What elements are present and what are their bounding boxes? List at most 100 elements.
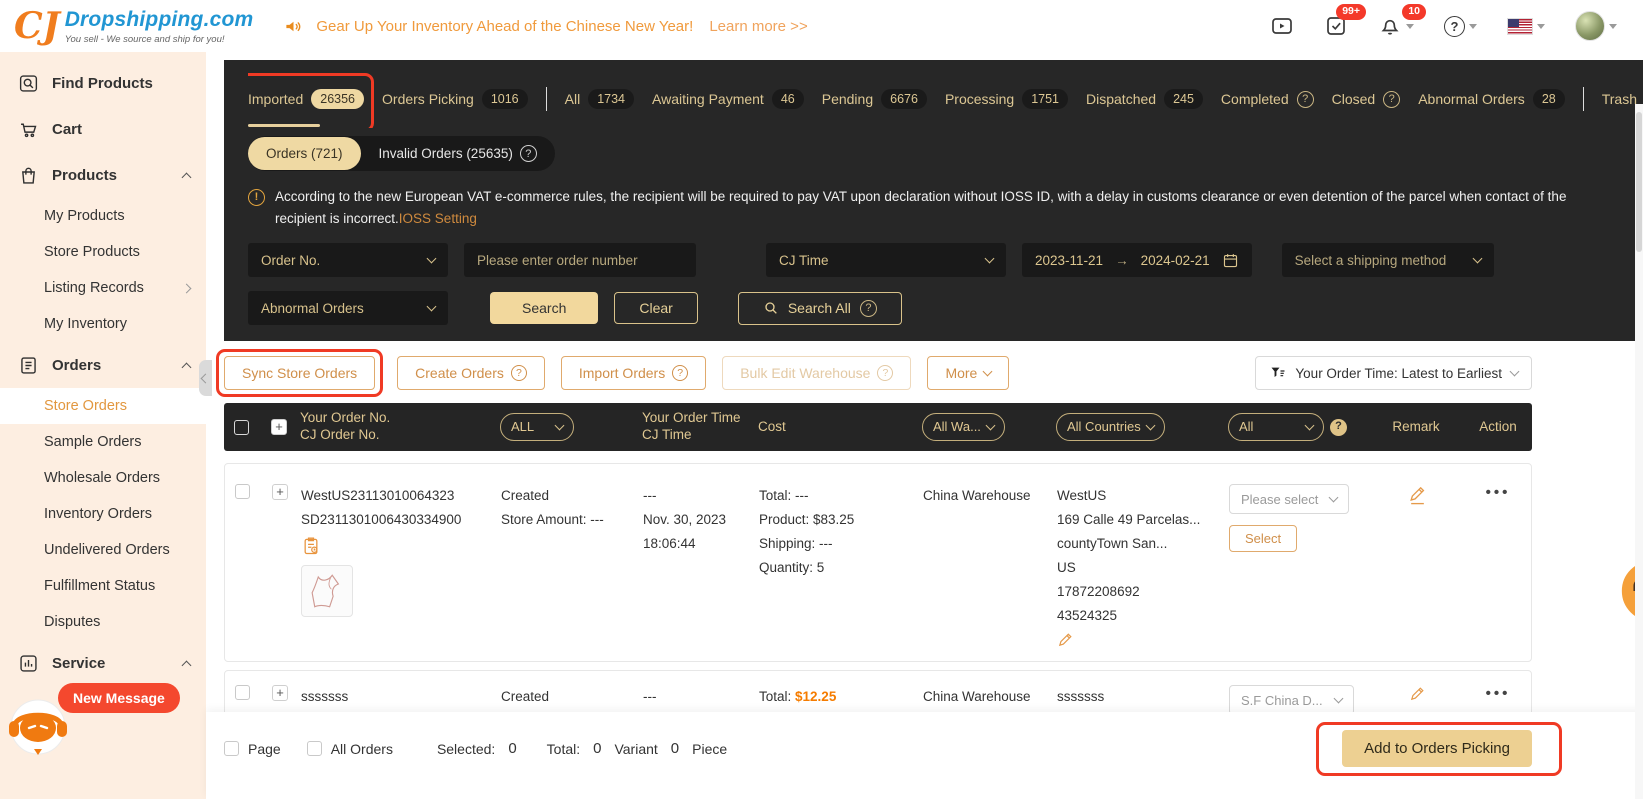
sidebar-item-store-orders[interactable]: Store Orders (0, 388, 206, 424)
language-selector[interactable] (1507, 17, 1545, 35)
warehouse-filter-select[interactable]: All Wa... (922, 413, 1005, 442)
row-more-actions[interactable]: ••• (1486, 685, 1511, 702)
help-icon: ? (510, 365, 527, 382)
tab-processing[interactable]: Processing 1751 (944, 70, 1069, 128)
sort-order-select[interactable]: Your Order Time: Latest to Earliest (1255, 356, 1532, 391)
subtab-invalid-orders[interactable]: Invalid Orders (25635) ? (361, 136, 555, 171)
expand-row-button[interactable]: + (272, 685, 288, 702)
sidebar-item-fulfillment-status[interactable]: Fulfillment Status (0, 568, 206, 604)
help-menu-button[interactable]: ? (1444, 15, 1477, 37)
select-value: Order No. (261, 252, 321, 268)
tab-awaiting-payment[interactable]: Awaiting Payment 46 (652, 70, 804, 128)
remark-edit-icon[interactable] (1408, 484, 1427, 505)
tutorial-video-button[interactable] (1270, 14, 1294, 38)
date-range-picker[interactable]: 2023-11-21 → 2024-02-21 (1022, 243, 1252, 278)
edit-address-icon[interactable] (1057, 631, 1074, 648)
sidebar-item-cart[interactable]: Cart (0, 106, 206, 152)
all-orders-checkbox[interactable] (306, 741, 322, 756)
row-shipping-select[interactable]: S.F China D... (1229, 685, 1354, 716)
cost-product: Product: $83.25 (759, 512, 855, 528)
abnormal-orders-select[interactable]: Abnormal Orders (248, 291, 448, 326)
add-to-orders-picking-button[interactable]: Add to Orders Picking (1342, 730, 1532, 767)
announcement-text: Gear Up Your Inventory Ahead of the Chin… (316, 17, 694, 35)
tab-all[interactable]: All 1734 (565, 70, 635, 128)
garment-sketch-image (311, 574, 340, 608)
shipping-method-select[interactable]: Select a shipping method (1281, 243, 1494, 278)
tab-trash[interactable]: Trash (1602, 70, 1637, 128)
tab-abnormal-orders[interactable]: Abnormal Orders 28 (1418, 70, 1565, 128)
product-thumbnail[interactable] (301, 565, 353, 618)
column-action: Action (1479, 418, 1517, 434)
sidebar-item-service[interactable]: Service (0, 640, 206, 686)
brand-logo[interactable]: CJ Dropshipping.com You sell - We source… (14, 8, 253, 45)
tab-imported[interactable]: Imported 26356 (248, 70, 365, 128)
scrollbar-thumb[interactable] (1636, 112, 1642, 252)
products-bag-icon (22, 167, 35, 184)
search-button[interactable]: Search (490, 292, 599, 325)
notifications-button[interactable]: 10 (1378, 4, 1426, 38)
announcement-learn-more-link[interactable]: Learn more >> (709, 18, 807, 35)
sidebar-item-undelivered-orders[interactable]: Undelivered Orders (0, 532, 206, 568)
sync-store-orders-button[interactable]: Sync Store Orders (224, 356, 376, 391)
order-number-input[interactable] (464, 243, 696, 278)
sidebar-item-find-products[interactable]: Find Products (0, 60, 206, 106)
sidebar-item-disputes[interactable]: Disputes (0, 604, 206, 640)
subtab-orders[interactable]: Orders (721) (248, 137, 361, 170)
chevron-down-icon (1304, 420, 1315, 431)
ioss-setting-link[interactable]: IOSS Setting (399, 211, 477, 226)
tab-completed[interactable]: Completed? (1221, 70, 1314, 128)
app-body: Find Products Cart Products My Products … (0, 52, 1643, 799)
tab-label: Abnormal Orders (1418, 91, 1525, 107)
sidebar-item-store-products[interactable]: Store Products (0, 234, 206, 270)
tab-pending[interactable]: Pending 6676 (822, 70, 927, 128)
sidebar-item-products[interactable]: Products (0, 152, 206, 198)
country-filter-select[interactable]: All Countries (1056, 413, 1165, 442)
sidebar-item-label: Listing Records (44, 280, 144, 296)
row-shipping-select[interactable]: Please select (1229, 484, 1350, 515)
select-all-checkbox[interactable] (233, 419, 249, 435)
search-icon (765, 302, 777, 314)
sidebar-item-label: Products (52, 166, 118, 184)
tab-label: Processing (944, 91, 1015, 107)
sidebar-item-wholesale-orders[interactable]: Wholesale Orders (0, 460, 206, 496)
row-more-actions[interactable]: ••• (1486, 484, 1511, 501)
order-note-icon[interactable] (301, 536, 321, 556)
select-shipping-button[interactable]: Select (1229, 525, 1298, 553)
tab-dispatched[interactable]: Dispatched 245 (1086, 70, 1203, 128)
sidebar-collapse-handle[interactable] (199, 360, 212, 396)
tab-label: Closed (1331, 91, 1376, 107)
help-icon: ? (519, 145, 537, 162)
expand-row-button[interactable]: + (272, 484, 288, 501)
row-checkbox[interactable] (234, 484, 250, 500)
tab-orders-picking[interactable]: Orders Picking 1016 (382, 70, 528, 128)
order-row: + WestUS23113010064323 SD231130100643033… (224, 463, 1532, 663)
order-field-select[interactable]: Order No. (248, 243, 448, 278)
select-value: S.F China D... (1241, 692, 1323, 708)
shipping-filter-select[interactable]: All (1228, 413, 1324, 442)
bulk-action-footer: Page All Orders Selected: 0 Total: 0 Var… (206, 712, 1643, 799)
tab-closed[interactable]: Closed? (1332, 70, 1401, 128)
tasks-button[interactable]: 99+ (1324, 4, 1366, 38)
filter-row-2: Abnormal Orders Search Clear Search All … (248, 291, 1643, 326)
row-checkbox[interactable] (234, 685, 250, 701)
import-orders-button[interactable]: Import Orders ? (560, 356, 707, 391)
page-checkbox[interactable] (224, 741, 239, 756)
time-type-select[interactable]: CJ Time (766, 243, 1006, 278)
remark-edit-icon[interactable] (1409, 685, 1426, 702)
create-orders-button[interactable]: Create Orders ? (397, 356, 545, 391)
clear-button[interactable]: Clear (614, 292, 698, 325)
more-button[interactable]: More (927, 356, 1010, 391)
status-filter-select[interactable]: ALL (500, 413, 574, 442)
support-chat-widget[interactable]: New Message (6, 683, 180, 759)
sidebar-item-inventory-orders[interactable]: Inventory Orders (0, 496, 206, 532)
search-all-button[interactable]: Search All ? (737, 291, 902, 325)
expand-all-button[interactable]: + (271, 419, 287, 436)
account-menu[interactable] (1575, 11, 1617, 41)
sidebar-item-sample-orders[interactable]: Sample Orders (0, 424, 206, 460)
logo-cj-mark: CJ (14, 4, 60, 47)
sidebar-item-my-inventory[interactable]: My Inventory (0, 306, 206, 342)
sidebar-item-listing-records[interactable]: Listing Records (0, 270, 206, 306)
sidebar-item-orders[interactable]: Orders (0, 342, 206, 388)
page-scrollbar[interactable] (1635, 104, 1643, 799)
sidebar-item-my-products[interactable]: My Products (0, 198, 206, 234)
